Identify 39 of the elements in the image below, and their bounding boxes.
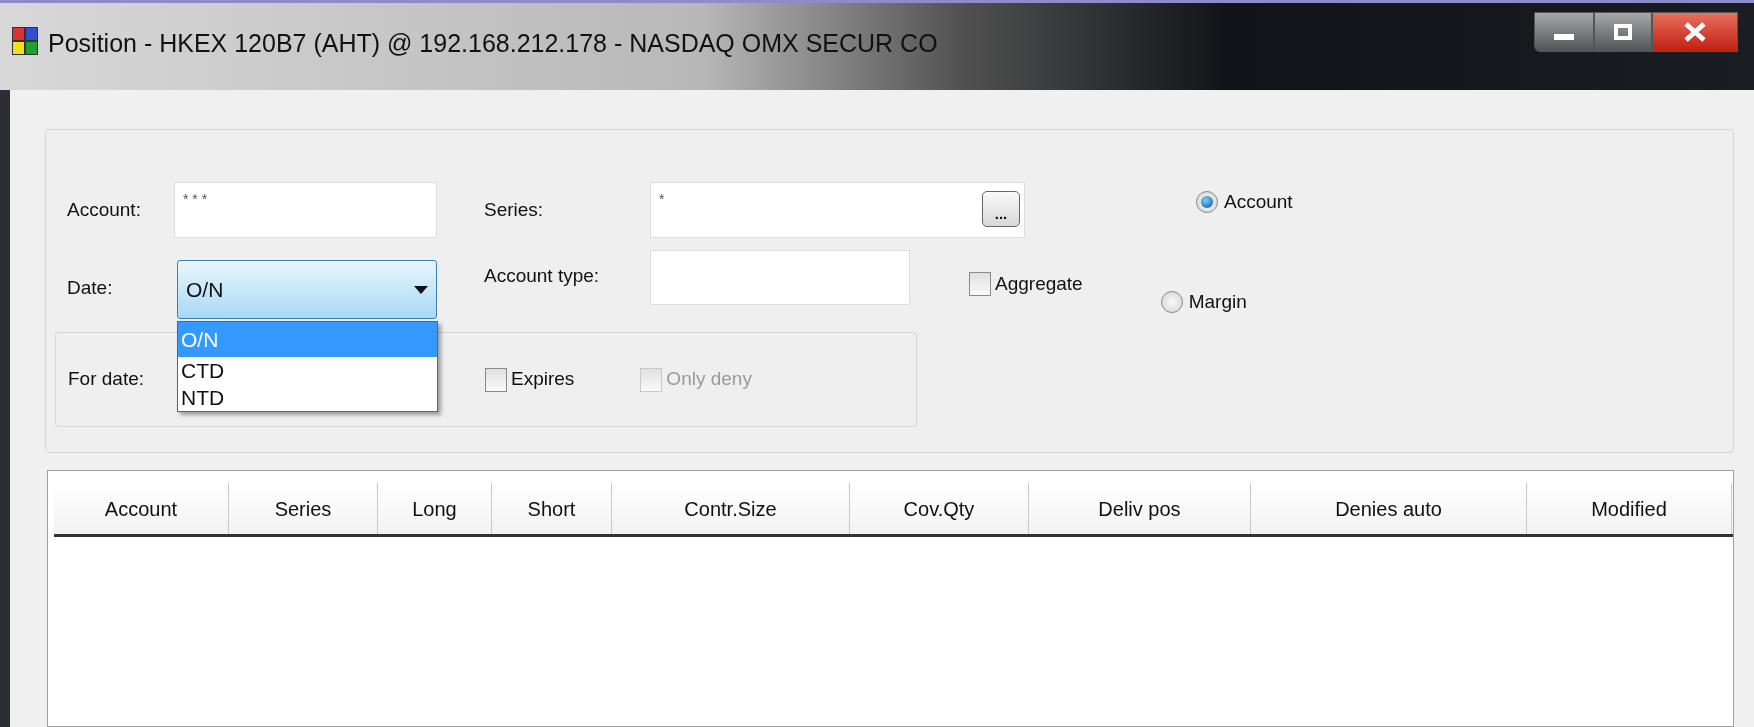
caret-icon <box>414 285 428 294</box>
radio-button[interactable] <box>1196 191 1218 214</box>
field-label: Series: <box>484 198 544 220</box>
app-icon <box>12 27 38 55</box>
column-header[interactable]: Modified <box>1527 483 1732 534</box>
minimize-icon <box>1554 34 1574 40</box>
radio-button[interactable] <box>1160 291 1183 314</box>
column-header[interactable]: Short <box>492 483 612 534</box>
column-header[interactable]: Cov.Qty <box>850 483 1029 534</box>
field-label: Date: <box>67 277 113 298</box>
checkbox-label: Only deny <box>666 367 752 392</box>
browse-button[interactable]: ... <box>982 191 1020 227</box>
field-label: Account type: <box>484 265 600 286</box>
input-field[interactable] <box>650 250 910 305</box>
window-title: Position - HKEX 120B7 (AHT) @ 192.168.212.178 - NASDAQ OMX SECUR CO <box>48 28 938 59</box>
close-button[interactable] <box>1652 12 1738 52</box>
checkbox[interactable] <box>485 367 507 392</box>
field-label: For date: <box>68 368 145 390</box>
checkbox[interactable] <box>969 272 991 297</box>
checkbox-label: Expires <box>511 367 575 392</box>
field-label: Account: <box>67 198 141 220</box>
minimize-button[interactable] <box>1534 12 1594 52</box>
column-header[interactable]: Long <box>378 483 492 534</box>
column-header[interactable]: Deliv pos <box>1029 483 1251 534</box>
maximize-button[interactable] <box>1594 12 1652 52</box>
date-dropdown[interactable]: O/N <box>177 260 437 319</box>
radio-label: Account <box>1224 190 1293 214</box>
maximize-icon <box>1614 24 1632 40</box>
dropdown-option[interactable]: NTD <box>178 384 437 411</box>
column-header[interactable]: Denies auto <box>1251 483 1527 534</box>
close-icon <box>1682 21 1708 43</box>
input-field[interactable]: * ... <box>650 182 1025 238</box>
column-header[interactable]: Account <box>54 483 229 534</box>
column-header[interactable]: Series <box>229 483 378 534</box>
radio-label: Margin <box>1188 290 1247 314</box>
checkbox-label: Aggregate <box>995 272 1083 296</box>
dropdown-option[interactable]: CTD <box>178 357 437 384</box>
input-field[interactable]: * * * <box>174 182 437 238</box>
column-header[interactable]: Contr.Size <box>612 483 850 534</box>
